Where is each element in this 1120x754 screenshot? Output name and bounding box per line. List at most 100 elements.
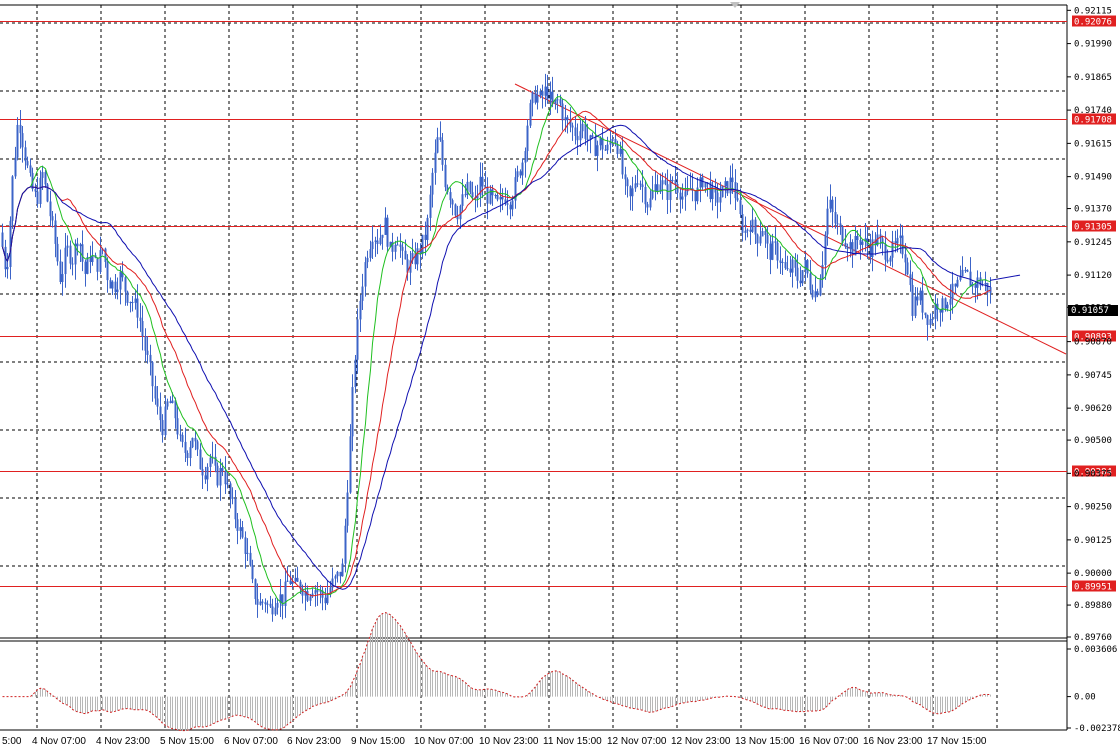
candle-body	[974, 284, 977, 288]
candle-body	[786, 268, 789, 270]
candle-body	[584, 123, 587, 139]
candle-body	[309, 596, 312, 601]
candle-body	[731, 177, 734, 183]
candle-body	[596, 145, 599, 156]
candle-body	[429, 194, 432, 218]
price-tick-label: 0.90745	[1074, 371, 1112, 381]
candle-body	[186, 452, 189, 459]
candle-body	[636, 183, 639, 185]
candle-body	[631, 188, 634, 197]
candle-body	[444, 164, 447, 188]
candle-body	[461, 194, 464, 206]
candle-body	[861, 241, 864, 245]
candle-body	[459, 205, 462, 220]
candle-body	[559, 99, 562, 104]
time-tick-label: 6 Nov 07:00	[224, 736, 278, 747]
candle-body	[426, 217, 429, 240]
candle-body	[716, 192, 719, 203]
candle-body	[144, 336, 147, 351]
candle-body	[69, 245, 72, 264]
candle-body	[341, 563, 344, 577]
candle-body	[19, 124, 22, 134]
candle-body	[494, 194, 497, 196]
candle-body	[161, 420, 164, 436]
candle-body	[719, 197, 722, 203]
candle-body	[894, 241, 897, 244]
candle-body	[421, 234, 424, 255]
candle-body	[181, 435, 184, 442]
candle-body	[491, 189, 494, 196]
candle-body	[556, 99, 559, 101]
candle-body	[729, 177, 732, 194]
price-tick-label: 0.92115	[1074, 6, 1112, 16]
candle-body	[169, 401, 172, 403]
candle-body	[699, 177, 702, 188]
candle-body	[204, 475, 207, 480]
price-tick-label: 0.90500	[1074, 436, 1112, 446]
candle-body	[26, 161, 29, 166]
candle-body	[744, 230, 747, 233]
candle-body	[194, 437, 197, 442]
price-tick-label: 0.89880	[1074, 601, 1112, 611]
candle-body	[66, 245, 69, 248]
time-tick-label: 6 Nov 23:00	[287, 736, 341, 747]
candle-body	[384, 217, 387, 235]
candle-body	[136, 298, 139, 318]
candle-body	[836, 223, 839, 225]
candle-body	[889, 257, 892, 262]
candle-body	[14, 157, 17, 177]
candle-body	[806, 260, 809, 274]
candle-body	[324, 597, 327, 604]
candle-body	[481, 176, 484, 187]
candle-body	[666, 184, 669, 201]
candle-body	[966, 270, 969, 272]
candle-body	[764, 231, 767, 235]
candle-body	[896, 237, 899, 244]
candle-body	[486, 187, 489, 204]
candle-body	[741, 214, 744, 233]
candle-body	[909, 274, 912, 286]
candle-body	[761, 231, 764, 237]
candle-body	[196, 441, 199, 450]
candle-body	[84, 261, 87, 274]
candle-body	[544, 86, 547, 96]
candle-body	[131, 302, 134, 304]
candle-body	[36, 191, 39, 204]
price-chart[interactable]: 0.920760.917080.913050.908930.903840.899…	[0, 0, 1120, 754]
candle-body	[844, 243, 847, 247]
candle-body	[664, 180, 667, 185]
candle-body	[726, 181, 729, 194]
candle-body	[454, 204, 457, 216]
price-tick-label: 0.91245	[1074, 238, 1112, 248]
candle-body	[201, 469, 204, 476]
candle-body	[189, 447, 192, 459]
candle-body	[579, 131, 582, 141]
candle-body	[141, 321, 144, 337]
candle-body	[399, 244, 402, 247]
candle-body	[379, 237, 382, 245]
candle-body	[576, 135, 579, 141]
candle-body	[274, 607, 277, 615]
candle-body	[294, 577, 297, 582]
candle-body	[231, 497, 234, 499]
candle-body	[506, 203, 509, 205]
candle-body	[769, 243, 772, 260]
candle-body	[784, 262, 787, 269]
candle-body	[24, 147, 27, 162]
price-tick-label: 0.91615	[1074, 139, 1112, 149]
candle-body	[296, 577, 299, 582]
candle-body	[654, 184, 657, 191]
candle-body	[819, 279, 822, 296]
candle-body	[124, 277, 127, 292]
candle-body	[251, 565, 254, 580]
price-tick-label: 0.91120	[1074, 271, 1112, 281]
candle-body	[914, 296, 917, 316]
candle-body	[779, 260, 782, 263]
candle-body	[179, 434, 182, 436]
candle-body	[571, 125, 574, 128]
candle-body	[611, 139, 614, 142]
candle-body	[381, 234, 384, 238]
candle-body	[239, 527, 242, 531]
time-tick-label: 9 Nov 15:00	[351, 736, 405, 747]
candle-body	[229, 483, 232, 498]
